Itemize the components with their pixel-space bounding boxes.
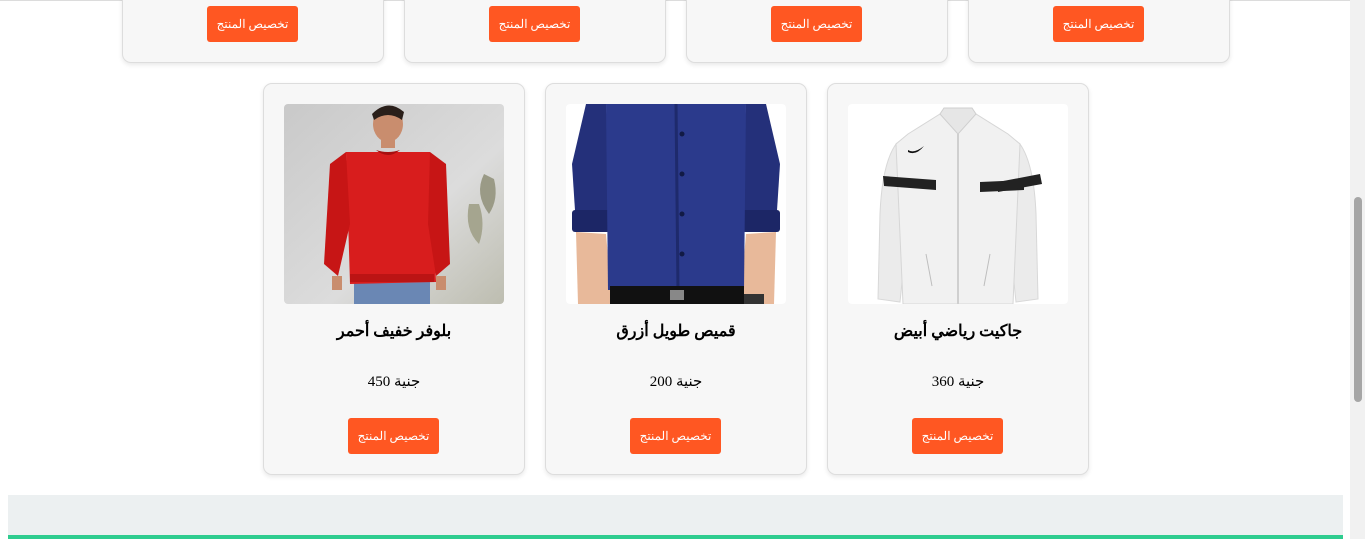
product-name: بلوفر خفيف أحمر <box>336 323 452 340</box>
product-card: جاكيت رياضي أبيض جنية 360 تخصيص المنتج <box>827 83 1089 475</box>
product-card: بلوفر خفيف أحمر جنية 450 تخصيص المنتج <box>263 83 525 475</box>
product-card-partial: تخصيص المنتج <box>968 0 1230 63</box>
product-card: قميص طويل أزرق جنية 200 تخصيص المنتج <box>545 83 807 475</box>
customize-product-button[interactable]: تخصيص المنتج <box>489 6 580 42</box>
customize-product-button[interactable]: تخصيص المنتج <box>207 6 298 42</box>
customize-product-button[interactable]: تخصيص المنتج <box>912 418 1003 454</box>
footer <box>8 495 1343 539</box>
product-card-partial: تخصيص المنتج <box>686 0 948 63</box>
product-price: جنية 200 <box>649 374 703 390</box>
product-card-partial: تخصيص المنتج <box>122 0 384 63</box>
customize-product-button[interactable]: تخصيص المنتج <box>630 418 721 454</box>
product-image-blue-shirt <box>566 104 786 304</box>
product-image-white-jacket <box>848 104 1068 304</box>
product-price: جنية 450 <box>367 374 421 390</box>
customize-product-button[interactable]: تخصيص المنتج <box>1053 6 1144 42</box>
product-image-red-pullover <box>284 104 504 304</box>
product-name: جاكيت رياضي أبيض <box>893 323 1023 340</box>
customize-product-button[interactable]: تخصيص المنتج <box>348 418 439 454</box>
page-scrollbar[interactable] <box>1350 0 1365 539</box>
product-name: قميص طويل أزرق <box>616 323 736 340</box>
product-price: جنية 360 <box>931 374 985 390</box>
footer-accent-line <box>8 535 1343 539</box>
product-card-partial: تخصيص المنتج <box>404 0 666 63</box>
scrollbar-thumb[interactable] <box>1354 197 1362 402</box>
customize-product-button[interactable]: تخصيص المنتج <box>771 6 862 42</box>
